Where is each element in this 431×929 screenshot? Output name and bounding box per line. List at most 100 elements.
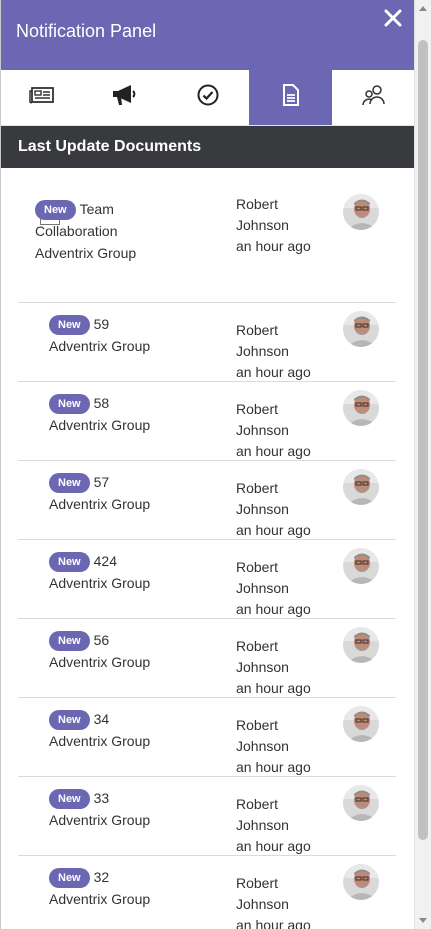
scroll-up-arrow[interactable] bbox=[419, 6, 427, 11]
new-badge: New bbox=[49, 868, 90, 888]
scrollbar[interactable] bbox=[414, 0, 431, 929]
author-first-name: Robert bbox=[236, 638, 279, 654]
item-details: New 32 Adventrix Group bbox=[49, 866, 229, 910]
timestamp: an hour ago bbox=[236, 522, 311, 538]
tab-tasks[interactable] bbox=[167, 70, 250, 125]
author-info: Robert Johnson an hour ago bbox=[236, 715, 311, 778]
avatar[interactable] bbox=[343, 785, 379, 821]
author-info: Robert Johnson an hour ago bbox=[236, 557, 311, 620]
item-details: New 424 Adventrix Group bbox=[49, 550, 229, 594]
newspaper-icon bbox=[29, 85, 55, 110]
timestamp: an hour ago bbox=[236, 759, 311, 775]
document-title[interactable]: 424 bbox=[94, 553, 117, 569]
author-info: Robert Johnson an hour ago bbox=[236, 873, 311, 929]
tab-news[interactable] bbox=[1, 70, 84, 125]
author-info: Robert Johnson an hour ago bbox=[236, 636, 311, 699]
document-title[interactable]: 58 bbox=[94, 395, 110, 411]
document-title[interactable]: 33 bbox=[94, 790, 110, 806]
author-last-name: Johnson bbox=[236, 817, 289, 833]
avatar[interactable] bbox=[343, 627, 379, 663]
tab-people[interactable] bbox=[332, 70, 415, 125]
avatar[interactable] bbox=[343, 311, 379, 347]
new-badge: New bbox=[49, 710, 90, 730]
avatar[interactable] bbox=[343, 194, 379, 230]
group-name: Adventrix Group bbox=[49, 338, 151, 354]
group-name: Adventrix Group bbox=[49, 654, 151, 670]
group-name: Adventrix Group bbox=[49, 575, 151, 591]
author-last-name: Johnson bbox=[236, 422, 289, 438]
new-badge: New bbox=[49, 394, 90, 414]
section-title: Last Update Documents bbox=[1, 126, 415, 168]
author-last-name: Johnson bbox=[236, 217, 289, 233]
item-details: New 56 Adventrix Group bbox=[49, 629, 229, 673]
author-first-name: Robert bbox=[236, 717, 279, 733]
checkmark-circle-icon bbox=[196, 83, 220, 112]
author-last-name: Johnson bbox=[236, 659, 289, 675]
item-details: New 58 Adventrix Group bbox=[49, 392, 229, 436]
list-item[interactable]: New 59 Adventrix Group Robert Johnson an hour… bbox=[18, 303, 396, 382]
author-info: Robert Johnson an hour ago bbox=[236, 794, 311, 857]
document-icon bbox=[281, 83, 301, 112]
document-title[interactable]: 34 bbox=[94, 711, 110, 727]
close-icon[interactable] bbox=[381, 6, 405, 30]
list-item[interactable]: New Team Collaboration Adventrix Group Robe… bbox=[18, 168, 396, 303]
author-last-name: Johnson bbox=[236, 580, 289, 596]
timestamp: an hour ago bbox=[236, 601, 311, 617]
avatar[interactable] bbox=[343, 390, 379, 426]
author-last-name: Johnson bbox=[236, 738, 289, 754]
group-name: Adventrix Group bbox=[49, 733, 151, 749]
document-list: New Team Collaboration Adventrix Group Robe… bbox=[1, 168, 415, 929]
new-badge: New bbox=[49, 789, 90, 809]
avatar[interactable] bbox=[343, 548, 379, 584]
list-item[interactable]: New 58 Adventrix Group Robert Johnson an hour… bbox=[18, 382, 396, 461]
list-item[interactable]: New 33 Adventrix Group Robert Johnson an hour… bbox=[18, 777, 396, 856]
avatar[interactable] bbox=[343, 706, 379, 742]
author-first-name: Robert bbox=[236, 796, 279, 812]
avatar[interactable] bbox=[343, 469, 379, 505]
author-first-name: Robert bbox=[236, 322, 279, 338]
author-first-name: Robert bbox=[236, 401, 279, 417]
document-title[interactable]: 59 bbox=[94, 316, 110, 332]
scroll-down-arrow[interactable] bbox=[419, 918, 427, 923]
timestamp: an hour ago bbox=[236, 443, 311, 459]
scrollbar-thumb[interactable] bbox=[418, 40, 428, 840]
group-name: Adventrix Group bbox=[49, 812, 151, 828]
timestamp: an hour ago bbox=[236, 838, 311, 854]
list-item[interactable]: New 56 Adventrix Group Robert Johnson an hour… bbox=[18, 619, 396, 698]
author-last-name: Johnson bbox=[236, 896, 289, 912]
author-info: Robert Johnson an hour ago bbox=[236, 194, 311, 257]
author-info: Robert Johnson an hour ago bbox=[236, 320, 311, 383]
list-item[interactable]: New 424 Adventrix Group Robert Johnson an hou… bbox=[18, 540, 396, 619]
timestamp: an hour ago bbox=[236, 917, 311, 929]
timestamp: an hour ago bbox=[236, 680, 311, 696]
author-first-name: Robert bbox=[236, 875, 279, 891]
new-badge: New bbox=[49, 552, 90, 572]
document-title[interactable]: 56 bbox=[94, 632, 110, 648]
new-badge: New bbox=[49, 473, 90, 493]
panel-header: Notification Panel bbox=[1, 0, 415, 70]
item-details: New Team Collaboration Adventrix Group bbox=[35, 198, 185, 264]
notification-panel: Notification Panel Last Update Documents… bbox=[0, 0, 415, 929]
author-last-name: Johnson bbox=[236, 501, 289, 517]
list-item[interactable]: New 34 Adventrix Group Robert Johnson an hour… bbox=[18, 698, 396, 777]
author-info: Robert Johnson an hour ago bbox=[236, 399, 311, 462]
author-last-name: Johnson bbox=[236, 343, 289, 359]
document-title[interactable]: 57 bbox=[94, 474, 110, 490]
megaphone-icon bbox=[111, 83, 139, 112]
author-first-name: Robert bbox=[236, 196, 279, 212]
list-item[interactable]: New 57 Adventrix Group Robert Johnson an hour… bbox=[18, 461, 396, 540]
tab-announcements[interactable] bbox=[84, 70, 167, 125]
item-details: New 34 Adventrix Group bbox=[49, 708, 229, 752]
list-item[interactable]: New 32 Adventrix Group Robert Johnson an hour… bbox=[18, 856, 396, 929]
timestamp: an hour ago bbox=[236, 238, 311, 254]
group-name: Adventrix Group bbox=[49, 496, 151, 512]
users-icon bbox=[361, 83, 387, 112]
item-details: New 59 Adventrix Group bbox=[49, 313, 229, 357]
new-badge: New bbox=[49, 631, 90, 651]
group-name: Adventrix Group bbox=[49, 417, 151, 433]
tab-documents[interactable] bbox=[249, 70, 333, 125]
document-title[interactable]: 32 bbox=[94, 869, 110, 885]
author-info: Robert Johnson an hour ago bbox=[236, 478, 311, 541]
group-name: Adventrix Group bbox=[35, 245, 137, 261]
avatar[interactable] bbox=[343, 864, 379, 900]
